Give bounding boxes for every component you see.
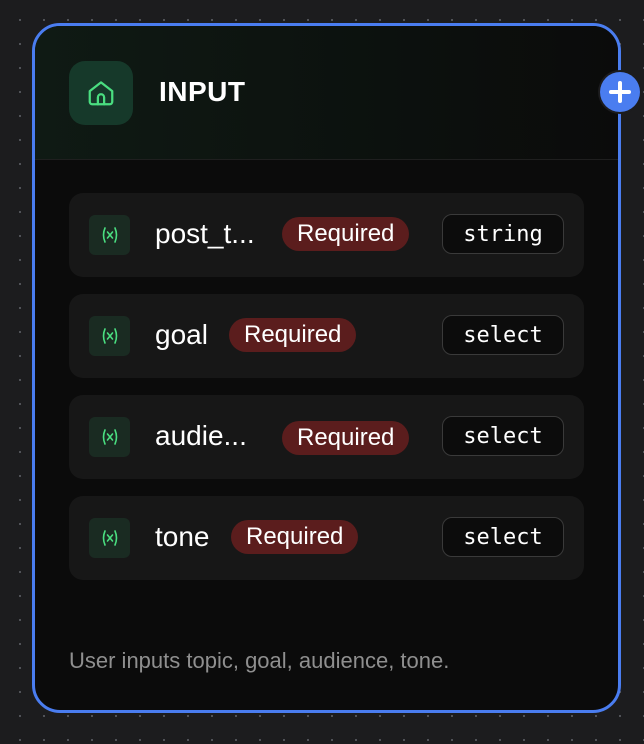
variable-row-tone[interactable]: tone Required select [69,496,584,580]
type-pill: select [442,315,564,355]
variable-name: post_t... [155,218,255,249]
node-header: INPUT [35,26,618,160]
variable-icon [89,316,130,356]
required-badge: Required [229,318,357,352]
variable-icon [89,215,130,255]
variable-row-goal[interactable]: goal Required select [69,294,584,378]
home-icon [69,61,133,125]
plus-icon [607,79,633,105]
type-pill: string [442,214,564,254]
input-node[interactable]: INPUT post_t... Required string goal Req… [32,23,621,713]
variable-name: goal [155,319,208,350]
variable-row-audience[interactable]: audie... Required select [69,395,584,479]
variable-icon [89,518,130,558]
variable-name: tone [155,521,210,552]
variable-icon [89,417,130,457]
required-badge: Required [282,217,410,251]
required-badge: Required [231,520,359,554]
required-badge: Required [282,421,410,455]
variable-list: post_t... Required string goal Required … [69,193,584,597]
node-title: INPUT [159,76,246,107]
type-pill: select [442,517,564,557]
node-description: User inputs topic, goal, audience, tone. [69,648,450,673]
variable-row-post-topic[interactable]: post_t... Required string [69,193,584,277]
add-node-button[interactable] [600,72,640,112]
variable-name: audie... [155,420,247,451]
type-pill: select [442,416,564,456]
